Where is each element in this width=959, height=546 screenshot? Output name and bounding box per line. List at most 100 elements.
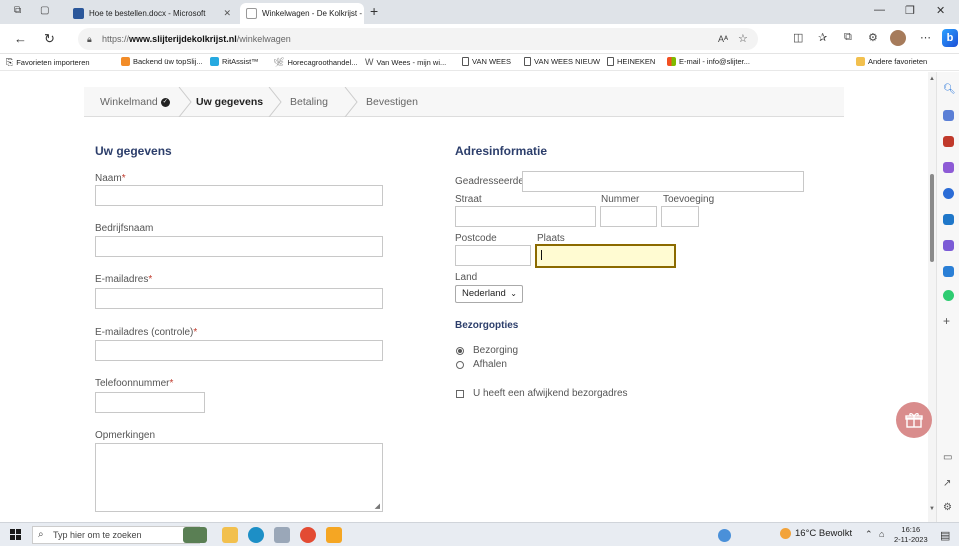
cart-button[interactable] <box>896 402 932 438</box>
tab-word-document[interactable]: Hoe te bestellen.docx - Microsoft ✕ <box>67 3 237 24</box>
telegram-icon[interactable] <box>943 266 954 277</box>
extensions-icon[interactable]: ⚙ <box>868 31 878 44</box>
bookmark-ritassist[interactable]: RitAssist™ <box>210 57 259 66</box>
bedrijfsnaam-input[interactable] <box>95 236 383 257</box>
bookmark-email[interactable]: E-mail - info@slijter... <box>667 57 750 66</box>
settings-icon[interactable]: ⚙ <box>943 502 954 513</box>
bookmark-import[interactable]: ⎘ Favorieten importeren <box>6 57 90 68</box>
restore-icon[interactable]: ❐ <box>905 4 915 17</box>
page-scrollbar[interactable]: ▲ ▼ <box>928 72 936 522</box>
naam-input[interactable] <box>95 185 383 206</box>
windows-start-icon[interactable] <box>10 529 21 540</box>
scroll-up-icon[interactable]: ▲ <box>929 76 935 82</box>
notification-icon[interactable]: ▤ <box>940 529 950 542</box>
section-title-adres: Adresinformatie <box>455 144 548 158</box>
close-window-icon[interactable]: ✕ <box>936 4 945 17</box>
weather-widget[interactable]: 16°C Bewolkt <box>780 528 852 539</box>
land-select[interactable]: Nederland ⌄ <box>455 285 523 303</box>
chevron-up-icon[interactable]: ⌃ <box>865 529 873 540</box>
plaats-input[interactable] <box>535 244 676 268</box>
step-winkelmand[interactable]: Winkelmand ✓ <box>100 87 170 117</box>
search-icon[interactable]: 🔍︎ <box>943 84 956 95</box>
afhalen-radio[interactable] <box>456 361 464 369</box>
back-icon[interactable]: ← <box>14 31 27 46</box>
geadresseerde-input[interactable] <box>522 171 804 192</box>
scroll-thumb[interactable] <box>930 174 934 262</box>
email-controle-input[interactable] <box>95 340 383 361</box>
bookmark-vanwees-nieuw[interactable]: VAN WEES NIEUW <box>524 57 600 66</box>
tray-app-icon[interactable] <box>718 529 731 542</box>
bookmark-label: Andere favorieten <box>868 57 928 66</box>
label-straat: Straat <box>455 194 482 205</box>
opmerkingen-textarea[interactable]: ◢ <box>95 443 383 512</box>
designer-icon[interactable] <box>943 240 954 251</box>
add-icon[interactable]: + <box>943 314 954 328</box>
scroll-down-icon[interactable]: ▼ <box>929 506 935 512</box>
taskbar-clock[interactable]: 16:16 2-11-2023 <box>894 525 928 545</box>
label-email: E-mailadres* <box>95 274 153 285</box>
taskbar-search[interactable]: ⌕ Typ hier om te zoeken <box>32 526 200 544</box>
file-explorer-icon[interactable] <box>222 527 238 543</box>
bookmark-site-icon: 🌿︎ <box>273 57 285 67</box>
label-afwijkend-adres[interactable]: U heeft een afwijkend bezorgadres <box>473 388 628 399</box>
nummer-input[interactable] <box>600 206 657 227</box>
sidebar-layout-icon[interactable]: ▭ <box>943 452 954 463</box>
bookmark-vanwees-mijn[interactable]: W Van Wees - mijn wi... <box>365 57 446 67</box>
step-bevestigen[interactable]: Bevestigen <box>366 87 418 117</box>
label-bedrijfsnaam: Bedrijfsnaam <box>95 223 154 234</box>
email-input[interactable] <box>95 288 383 309</box>
office-icon[interactable] <box>943 188 954 199</box>
label-bezorging[interactable]: Bezorging <box>473 345 518 356</box>
tools-icon[interactable] <box>943 136 954 147</box>
edge-icon[interactable] <box>248 527 264 543</box>
spotify-icon[interactable] <box>943 290 954 301</box>
label-afhalen[interactable]: Afhalen <box>473 359 507 370</box>
bookmark-horeca[interactable]: 🌿︎ Horecagroothandel... <box>273 57 357 68</box>
favorite-star-icon[interactable]: ☆ <box>738 28 748 50</box>
weather-text: 16°C Bewolkt <box>795 528 853 539</box>
clock-time: 16:16 <box>901 525 921 534</box>
workspaces-icon[interactable]: ⧉ <box>14 5 21 16</box>
bookmark-backend[interactable]: Backend üw topSlij... <box>121 57 203 66</box>
bookmark-vanwees[interactable]: VAN WEES <box>462 57 511 66</box>
app-icon[interactable] <box>326 527 342 543</box>
bookmark-site-icon <box>210 57 219 66</box>
network-icon[interactable]: ⌂ <box>879 529 884 539</box>
straat-input[interactable] <box>455 206 596 227</box>
minimize-icon[interactable]: — <box>874 4 885 16</box>
bezorging-radio[interactable] <box>456 347 464 355</box>
tab-winkelwagen[interactable]: Winkelwagen - De Kolkrijst - üw ✕ <box>240 3 364 24</box>
toevoeging-input[interactable] <box>661 206 699 227</box>
page-icon <box>462 57 469 66</box>
bookmark-other-favorites[interactable]: Andere favorieten <box>856 57 927 66</box>
step-betaling[interactable]: Betaling <box>290 87 328 117</box>
favorites-icon[interactable]: ✰ <box>818 31 827 44</box>
label-geadresseerde: Geadresseerde <box>455 176 524 187</box>
profile-avatar[interactable] <box>890 30 906 46</box>
telefoon-input[interactable] <box>95 392 205 413</box>
split-screen-icon[interactable]: ◫ <box>793 31 803 44</box>
chrome-icon[interactable] <box>300 527 316 543</box>
shopping-icon[interactable] <box>943 110 954 121</box>
lock-icon[interactable]: 🔒︎ <box>87 28 92 50</box>
refresh-icon[interactable]: ↻ <box>44 31 55 47</box>
collections-icon[interactable]: ⧉ <box>844 31 852 44</box>
external-link-icon[interactable]: ↗ <box>943 478 954 489</box>
postcode-input[interactable] <box>455 245 531 266</box>
mail-icon[interactable] <box>274 527 290 543</box>
read-aloud-icon[interactable]: Aᴬ <box>718 28 728 50</box>
url-bar[interactable]: 🔒︎ https://www.slijterijdekolkrijst.nl/w… <box>78 28 758 50</box>
resize-handle-icon[interactable]: ◢ <box>375 502 380 510</box>
more-icon[interactable]: ⋯ <box>920 31 931 44</box>
outlook-icon[interactable] <box>943 214 954 225</box>
bing-icon[interactable]: b <box>942 29 958 47</box>
tab-actions-icon[interactable]: ▢ <box>40 5 49 16</box>
bookmark-heineken[interactable]: HEINEKEN <box>607 57 655 66</box>
games-icon[interactable] <box>943 162 954 173</box>
address-toolbar: ← ↻ 🔒︎ https://www.slijterijdekolkrijst.… <box>0 24 959 54</box>
new-tab-button[interactable]: + <box>370 3 378 19</box>
news-icon[interactable] <box>183 527 207 543</box>
step-uw-gegevens[interactable]: Uw gegevens <box>196 87 263 117</box>
afwijkend-adres-checkbox[interactable] <box>456 390 464 398</box>
close-icon[interactable]: ✕ <box>223 8 231 19</box>
